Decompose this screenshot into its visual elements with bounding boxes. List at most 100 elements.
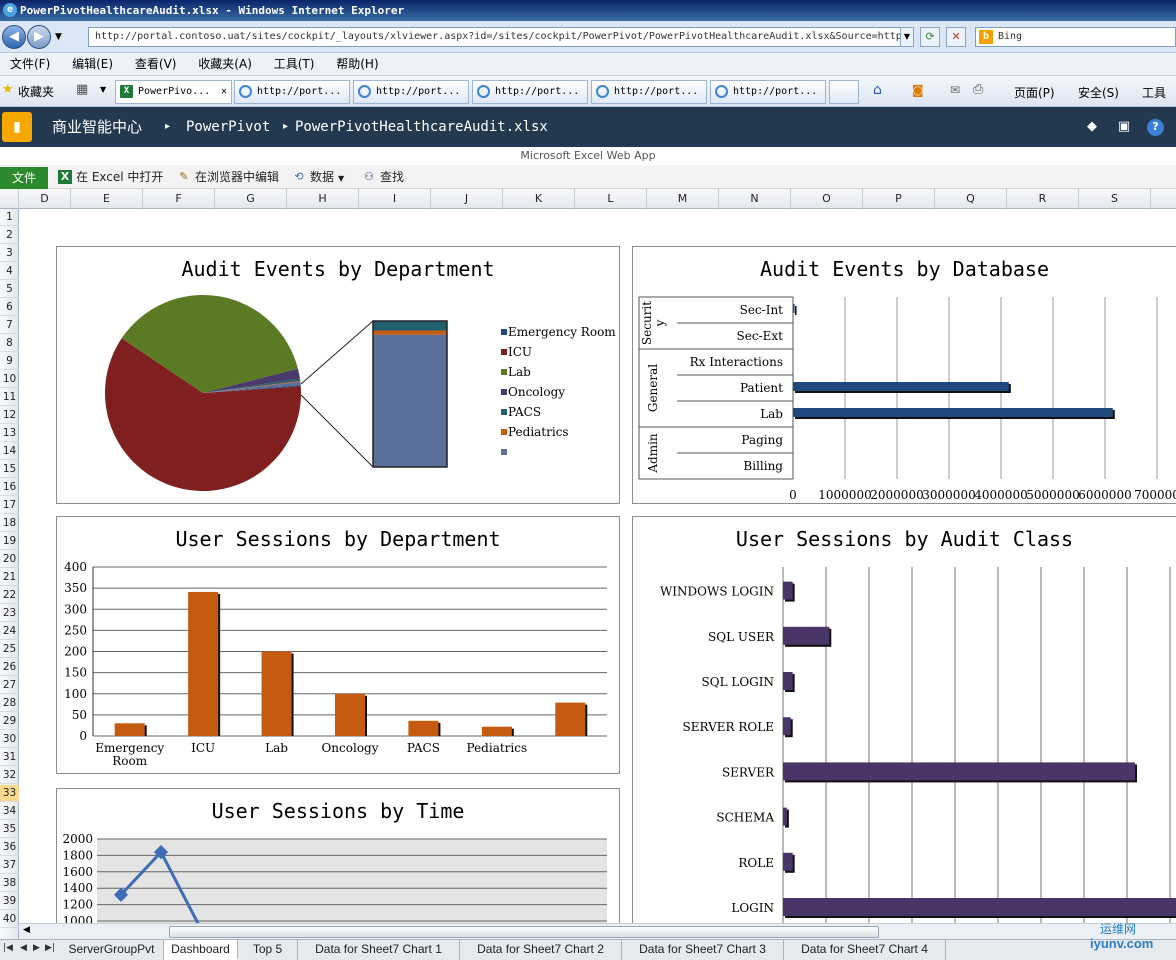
column-header[interactable]: S xyxy=(1079,189,1151,209)
sheet-tab[interactable]: Top 5 xyxy=(238,940,298,960)
row-header[interactable]: 4 xyxy=(0,263,19,280)
menu-favorites[interactable]: 收藏夹(A) xyxy=(198,53,252,76)
row-header[interactable]: 29 xyxy=(0,713,19,730)
row-header[interactable]: 34 xyxy=(0,803,19,820)
column-header[interactable]: K xyxy=(503,189,575,209)
chart-audit-events-by-database[interactable]: Audit Events by Database 0 1000000 2000000… xyxy=(632,246,1176,504)
column-header[interactable]: I xyxy=(359,189,431,209)
home-icon[interactable]: ⌂ xyxy=(873,82,882,98)
row-header[interactable]: 11 xyxy=(0,389,19,406)
row-header[interactable]: 14 xyxy=(0,443,19,460)
row-header[interactable]: 9 xyxy=(0,353,19,370)
row-header[interactable]: 26 xyxy=(0,659,19,676)
row-header[interactable]: 16 xyxy=(0,479,19,496)
forward-icon[interactable]: ▶ xyxy=(27,25,51,49)
scroll-left-icon[interactable]: ◀ xyxy=(23,925,30,935)
column-header[interactable]: E xyxy=(71,189,143,209)
tab-page-5[interactable]: http://port... xyxy=(591,80,707,104)
tag-icon[interactable]: ◆ xyxy=(1083,119,1101,135)
row-header[interactable]: 35 xyxy=(0,821,19,838)
row-header[interactable]: 5 xyxy=(0,281,19,298)
back-icon[interactable]: ◀ xyxy=(2,25,26,49)
print-icon[interactable]: ⎙ xyxy=(973,82,983,97)
sheet-tab[interactable]: ServerGroupPvt xyxy=(60,940,164,960)
menu-edit[interactable]: 编辑(E) xyxy=(72,53,113,76)
row-header[interactable]: 39 xyxy=(0,893,19,910)
row-header[interactable]: 33 xyxy=(0,785,19,802)
favorites-button[interactable]: 收藏夹 xyxy=(18,83,54,100)
row-header[interactable]: 18 xyxy=(0,515,19,532)
row-header[interactable]: 31 xyxy=(0,749,19,766)
sheet-tab[interactable]: Data for Sheet7 Chart 4 xyxy=(784,940,946,960)
column-header[interactable]: J xyxy=(431,189,503,209)
row-header[interactable]: 37 xyxy=(0,857,19,874)
row-header[interactable]: 17 xyxy=(0,497,19,514)
row-header[interactable]: 25 xyxy=(0,641,19,658)
row-header[interactable]: 21 xyxy=(0,569,19,586)
row-header[interactable]: 28 xyxy=(0,695,19,712)
column-header[interactable]: D xyxy=(19,189,71,209)
row-header[interactable]: 12 xyxy=(0,407,19,424)
tab-list-dropdown-icon[interactable]: ▼ xyxy=(100,85,106,94)
mail-icon[interactable]: ✉ xyxy=(950,83,960,97)
row-header[interactable]: 13 xyxy=(0,425,19,442)
tab-page-6[interactable]: http://port... xyxy=(710,80,826,104)
history-dropdown-icon[interactable]: ▼ xyxy=(55,32,62,42)
tab-page-3[interactable]: http://port... xyxy=(353,80,469,104)
first-sheet-icon[interactable]: |◀ xyxy=(3,943,13,953)
row-header[interactable]: 32 xyxy=(0,767,19,784)
column-header[interactable]: Q xyxy=(935,189,1007,209)
chart-audit-events-by-department[interactable]: Audit Events by Department Emergency Roo… xyxy=(56,246,620,504)
url-input[interactable]: http://portal.contoso.uat/sites/cockpit/… xyxy=(88,27,914,47)
chart-user-sessions-by-audit-class[interactable]: User Sessions by Audit Class WINDOWS LOG… xyxy=(632,516,1176,936)
find-button[interactable]: ⚇ 查找 xyxy=(362,167,404,187)
column-header[interactable]: M xyxy=(647,189,719,209)
column-header[interactable]: F xyxy=(143,189,215,209)
data-menu-button[interactable]: ⟲ 数据 ▼ xyxy=(292,167,344,187)
quick-tabs-icon[interactable]: ▦ xyxy=(76,82,88,97)
column-header[interactable]: H xyxy=(287,189,359,209)
row-header[interactable]: 6 xyxy=(0,299,19,316)
row-header[interactable]: 40 xyxy=(0,911,19,928)
breadcrumb-library[interactable]: PowerPivot xyxy=(186,107,270,147)
row-header[interactable]: 1 xyxy=(0,209,19,226)
refresh-icon[interactable]: ⟳ xyxy=(920,27,940,47)
share-icon[interactable]: ▣ xyxy=(1115,119,1133,135)
horizontal-scrollbar[interactable]: ◀ xyxy=(19,923,1176,940)
tab-page-2[interactable]: http://port... xyxy=(234,80,350,104)
next-sheet-icon[interactable]: ▶ xyxy=(33,943,40,953)
help-icon[interactable]: ? xyxy=(1147,119,1164,136)
row-header[interactable]: 19 xyxy=(0,533,19,550)
row-header[interactable]: 38 xyxy=(0,875,19,892)
open-in-excel-button[interactable]: X在 Excel 中打开 xyxy=(58,167,163,187)
row-header[interactable]: 2 xyxy=(0,227,19,244)
safety-menu[interactable]: 安全(S) xyxy=(1078,84,1119,101)
tools-menu[interactable]: 工具 xyxy=(1142,84,1166,101)
menu-tools[interactable]: 工具(T) xyxy=(274,53,315,76)
column-header[interactable]: G xyxy=(215,189,287,209)
sheet-tab[interactable]: Data for Sheet7 Chart 3 xyxy=(622,940,784,960)
menu-view[interactable]: 查看(V) xyxy=(135,53,177,76)
file-button[interactable]: 文件 xyxy=(0,167,48,189)
sheet-tab[interactable]: Data for Sheet7 Chart 1 xyxy=(298,940,460,960)
chart-user-sessions-by-department[interactable]: User Sessions by Department 0 50 100 150 200… xyxy=(56,516,620,774)
url-dropdown-icon[interactable]: ▼ xyxy=(900,27,914,47)
row-header[interactable]: 27 xyxy=(0,677,19,694)
select-all-corner[interactable] xyxy=(0,189,19,209)
breadcrumb-site[interactable]: 商业智能中心 xyxy=(52,107,142,147)
row-header[interactable]: 10 xyxy=(0,371,19,388)
edit-in-browser-button[interactable]: ✎ 在浏览器中编辑 xyxy=(177,167,279,187)
column-header[interactable]: N xyxy=(719,189,791,209)
last-sheet-icon[interactable]: ▶| xyxy=(45,943,55,953)
row-header[interactable]: 23 xyxy=(0,605,19,622)
search-input[interactable]: b Bing xyxy=(975,27,1176,47)
tab-close-icon[interactable]: ✕ xyxy=(221,81,227,103)
scrollbar-thumb[interactable] xyxy=(169,926,879,938)
column-header[interactable]: O xyxy=(791,189,863,209)
tab-powerpivot[interactable]: X PowerPivo... ✕ xyxy=(115,80,232,104)
row-header[interactable]: 15 xyxy=(0,461,19,478)
row-header[interactable]: 24 xyxy=(0,623,19,640)
row-header[interactable]: 3 xyxy=(0,245,19,262)
page-menu[interactable]: 页面(P) xyxy=(1014,84,1055,101)
row-header[interactable]: 36 xyxy=(0,839,19,856)
